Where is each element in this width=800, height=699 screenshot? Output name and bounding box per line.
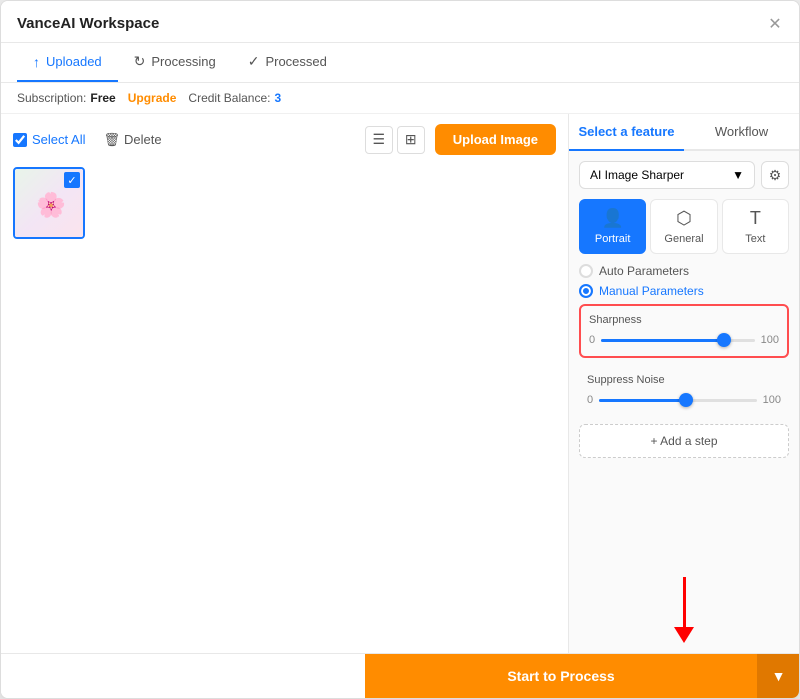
- image-item[interactable]: 🌸 ✓: [13, 167, 85, 239]
- dropdown-row: AI Image Sharper ▼ ⚙: [579, 161, 789, 189]
- select-all-label[interactable]: Select All: [13, 132, 85, 147]
- settings-button[interactable]: ⚙: [761, 161, 789, 189]
- mode-portrait[interactable]: 👤 Portrait: [579, 199, 646, 254]
- delete-button[interactable]: 🗑 Delete: [95, 128, 169, 152]
- subscription-plan: Free: [90, 91, 115, 105]
- sharpness-slider-row: 0 100: [589, 332, 779, 348]
- arrow-indicator: [674, 577, 694, 643]
- subscription-bar: Subscription: Free Upgrade Credit Balanc…: [1, 83, 799, 114]
- start-process-button[interactable]: Start to Process: [365, 654, 757, 698]
- tab-uploaded[interactable]: ↑ Uploaded: [17, 43, 118, 82]
- select-all-text: Select All: [32, 132, 85, 147]
- auto-params-label: Auto Parameters: [599, 264, 689, 278]
- noise-thumb[interactable]: [679, 393, 693, 407]
- add-step-button[interactable]: + Add a step: [579, 424, 789, 458]
- tab-select-feature[interactable]: Select a feature: [569, 114, 684, 151]
- select-all-checkbox[interactable]: [13, 133, 27, 147]
- noise-slider-row: 0 100: [587, 392, 781, 408]
- feature-tabs: Select a feature Workflow: [569, 114, 799, 151]
- noise-section: Suppress Noise 0 100: [579, 366, 789, 416]
- close-button[interactable]: ✕: [767, 16, 783, 32]
- sharpness-fill: [601, 339, 724, 342]
- mode-tabs: 👤 Portrait ⬡ General T Text: [579, 199, 789, 254]
- sharpness-max: 100: [761, 334, 779, 346]
- sharpness-label: Sharpness: [589, 314, 779, 326]
- auto-params-radio[interactable]: [579, 264, 593, 278]
- image-check: ✓: [64, 172, 80, 188]
- noise-max: 100: [763, 394, 781, 406]
- auto-params-row[interactable]: Auto Parameters: [579, 264, 789, 278]
- feature-dropdown[interactable]: AI Image Sharper ▼: [579, 161, 755, 189]
- sharpness-thumb[interactable]: [717, 333, 731, 347]
- portrait-icon: 👤: [601, 208, 623, 229]
- window-title: VanceAI Workspace: [17, 15, 159, 32]
- subscription-label: Subscription:: [17, 91, 86, 105]
- noise-slider[interactable]: [599, 392, 757, 408]
- main-tabs: ↑ Uploaded ↻ Processing ✓ Processed: [1, 43, 799, 83]
- grid-view-button[interactable]: ⊞: [397, 126, 425, 154]
- upload-button[interactable]: Upload Image: [435, 124, 556, 155]
- upload-icon: ↑: [33, 54, 40, 70]
- manual-params-label: Manual Parameters: [599, 284, 704, 298]
- start-process-dropdown-button[interactable]: ▼: [757, 654, 799, 698]
- tab-workflow[interactable]: Workflow: [684, 114, 799, 151]
- bottom-bar: Start to Process ▼: [1, 653, 799, 698]
- mode-text[interactable]: T Text: [722, 199, 789, 254]
- upgrade-link[interactable]: Upgrade: [128, 91, 177, 105]
- sharpness-track: [601, 339, 755, 342]
- image-grid: 🌸 ✓: [13, 167, 556, 239]
- noise-track: [599, 399, 757, 402]
- left-panel: Select All 🗑 Delete ☰ ⊞ Upload Image 🌸 ✓: [1, 114, 569, 653]
- title-bar: VanceAI Workspace ✕: [1, 1, 799, 43]
- right-panel: Select a feature Workflow AI Image Sharp…: [569, 114, 799, 653]
- general-icon: ⬡: [676, 208, 692, 229]
- sharpness-section: Sharpness 0 100: [579, 304, 789, 358]
- sharpness-min: 0: [589, 334, 595, 346]
- list-view-button[interactable]: ☰: [365, 126, 393, 154]
- manual-params-radio[interactable]: [579, 284, 593, 298]
- mode-general[interactable]: ⬡ General: [650, 199, 717, 254]
- trash-icon: 🗑: [103, 132, 120, 148]
- params-section: Auto Parameters Manual Parameters Sharpn…: [579, 264, 789, 458]
- noise-min: 0: [587, 394, 593, 406]
- dropdown-arrow-icon: ▼: [772, 668, 786, 684]
- processed-icon: ✓: [248, 53, 260, 70]
- arrow-line: [683, 577, 686, 627]
- view-toggle: ☰ ⊞: [365, 126, 425, 154]
- chevron-down-icon: ▼: [732, 168, 744, 182]
- tab-processing[interactable]: ↻ Processing: [118, 43, 232, 82]
- credit-value: 3: [274, 91, 281, 105]
- arrow-head: [674, 627, 694, 643]
- main-content: Select All 🗑 Delete ☰ ⊞ Upload Image 🌸 ✓: [1, 114, 799, 653]
- noise-fill: [599, 399, 686, 402]
- main-window: VanceAI Workspace ✕ ↑ Uploaded ↻ Process…: [0, 0, 800, 699]
- manual-params-row[interactable]: Manual Parameters: [579, 284, 789, 298]
- sharpness-slider[interactable]: [601, 332, 755, 348]
- toolbar: Select All 🗑 Delete ☰ ⊞ Upload Image: [13, 124, 556, 155]
- noise-label: Suppress Noise: [587, 374, 781, 386]
- processing-icon: ↻: [134, 53, 146, 70]
- tab-processed[interactable]: ✓ Processed: [232, 43, 343, 82]
- text-icon: T: [750, 208, 761, 229]
- credit-label: Credit Balance:: [188, 91, 270, 105]
